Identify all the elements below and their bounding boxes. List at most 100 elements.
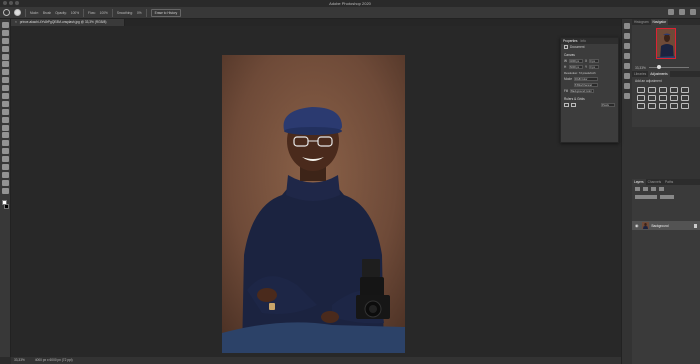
close-tab-icon[interactable]: × bbox=[15, 20, 17, 24]
selective-color-icon[interactable] bbox=[681, 103, 689, 109]
levels-icon[interactable] bbox=[648, 87, 656, 93]
smoothing-field[interactable]: 0% bbox=[137, 11, 142, 15]
quick-select-tool-icon[interactable] bbox=[1, 45, 9, 52]
glyphs-icon[interactable] bbox=[624, 93, 630, 99]
crop-tool-icon[interactable] bbox=[1, 53, 9, 60]
navigator-preview[interactable] bbox=[632, 25, 700, 64]
opacity-field[interactable] bbox=[660, 195, 674, 199]
history-brush-tool-icon[interactable] bbox=[1, 100, 9, 107]
canvas-area[interactable] bbox=[11, 26, 621, 357]
more-tools-icon[interactable] bbox=[1, 187, 9, 194]
tab-adjustments[interactable]: Adjustments bbox=[648, 71, 670, 77]
fill-select[interactable]: Background Color bbox=[570, 89, 595, 93]
ruler-icon[interactable] bbox=[564, 103, 569, 107]
canvas-image[interactable] bbox=[222, 55, 405, 353]
brush-settings-icon[interactable] bbox=[624, 53, 630, 59]
brush-size-icon[interactable] bbox=[14, 9, 21, 16]
layer-row[interactable]: ◉ Background bbox=[632, 221, 700, 230]
divider bbox=[111, 8, 113, 17]
layer-filter-icon[interactable] bbox=[651, 187, 656, 191]
mode-select[interactable]: Brush bbox=[43, 11, 51, 15]
layer-thumbnail bbox=[641, 222, 649, 229]
mode-label: Mode: bbox=[30, 10, 39, 15]
width-field[interactable]: 4000 px bbox=[569, 59, 583, 63]
threshold-icon[interactable] bbox=[659, 103, 667, 109]
background-color-swatch[interactable] bbox=[4, 204, 9, 209]
vibrance-icon[interactable] bbox=[681, 87, 689, 93]
flow-field[interactable]: 100% bbox=[100, 11, 108, 15]
navigator-thumbnail[interactable] bbox=[656, 28, 676, 59]
navigator-zoom-row: 33,33% bbox=[632, 64, 700, 71]
navigator-zoom-value[interactable]: 33,33% bbox=[635, 66, 646, 70]
lasso-tool-icon[interactable] bbox=[1, 37, 9, 44]
zoom-tool-icon[interactable] bbox=[1, 179, 9, 186]
properties-icon[interactable] bbox=[624, 83, 630, 89]
tab-info[interactable]: Info bbox=[581, 38, 586, 44]
eraser-tool-icon[interactable] bbox=[1, 108, 9, 115]
y-field[interactable]: 0 px bbox=[589, 65, 600, 69]
height-field[interactable]: 6000 px bbox=[569, 65, 583, 69]
pen-tool-icon[interactable] bbox=[1, 140, 9, 147]
blur-tool-icon[interactable] bbox=[1, 124, 9, 131]
rectangle-tool-icon[interactable] bbox=[1, 164, 9, 171]
healing-tool-icon[interactable] bbox=[1, 77, 9, 84]
type-tool-icon[interactable] bbox=[1, 148, 9, 155]
frame-tool-icon[interactable] bbox=[1, 61, 9, 68]
layer-filter-icon[interactable] bbox=[643, 187, 648, 191]
layer-filter-icon[interactable] bbox=[659, 187, 664, 191]
x-field[interactable]: 0 px bbox=[589, 59, 600, 63]
swatches-icon[interactable] bbox=[624, 43, 630, 49]
mode-select[interactable]: RGB Color bbox=[573, 77, 598, 81]
tool-preset-icon[interactable] bbox=[3, 9, 10, 16]
document-label: Document bbox=[570, 45, 585, 49]
share-icon[interactable] bbox=[690, 9, 696, 15]
channel-mixer-icon[interactable] bbox=[681, 95, 689, 101]
hand-tool-icon[interactable] bbox=[1, 171, 9, 178]
black-white-icon[interactable] bbox=[659, 95, 667, 101]
posterize-icon[interactable] bbox=[648, 103, 656, 109]
zoom-slider-knob[interactable] bbox=[656, 65, 661, 69]
opacity-field[interactable]: 100% bbox=[71, 11, 79, 15]
history-icon[interactable] bbox=[624, 23, 630, 29]
move-tool-icon[interactable] bbox=[1, 22, 9, 28]
title-bar: Adobe Photoshop 2020 bbox=[0, 0, 700, 7]
invert-icon[interactable] bbox=[637, 103, 645, 109]
paragraph-icon[interactable] bbox=[624, 73, 630, 79]
brush-tool-icon[interactable] bbox=[1, 85, 9, 92]
tab-properties[interactable]: Properties bbox=[563, 38, 578, 44]
color-balance-icon[interactable] bbox=[648, 95, 656, 101]
path-select-tool-icon[interactable] bbox=[1, 156, 9, 163]
units-select[interactable]: Pixels bbox=[601, 103, 615, 107]
info-icon[interactable] bbox=[624, 33, 630, 39]
bit-depth-select[interactable]: 8 Bits/Channel bbox=[574, 83, 598, 87]
smoothing-label: Smoothing: bbox=[116, 10, 133, 15]
gradient-tool-icon[interactable] bbox=[1, 116, 9, 123]
tab-libraries[interactable]: Libraries bbox=[632, 71, 648, 77]
character-icon[interactable] bbox=[624, 63, 630, 69]
workspace-icon[interactable] bbox=[679, 9, 685, 15]
panel-spacer bbox=[632, 127, 700, 179]
status-bar: 33,33% 4000 px x 6000 px (72 ppi) bbox=[11, 357, 621, 364]
document-tab[interactable]: × prince-akachi-4Yv8rPgQE8M-unsplash.jpg… bbox=[11, 19, 125, 26]
hue-saturation-icon[interactable] bbox=[637, 95, 645, 101]
photo-filter-icon[interactable] bbox=[670, 95, 678, 101]
eye-icon[interactable]: ◉ bbox=[635, 223, 639, 228]
blend-mode-select[interactable] bbox=[635, 195, 657, 199]
erase-to-history-button[interactable]: Erase to History bbox=[150, 8, 182, 17]
clone-stamp-tool-icon[interactable] bbox=[1, 93, 9, 100]
exposure-icon[interactable] bbox=[670, 87, 678, 93]
dodge-tool-icon[interactable] bbox=[1, 132, 9, 139]
grid-icon[interactable] bbox=[571, 103, 576, 107]
tools-panel bbox=[0, 19, 11, 357]
eyedropper-tool-icon[interactable] bbox=[1, 69, 9, 76]
document-info[interactable]: 4000 px x 6000 px (72 ppi) bbox=[35, 357, 73, 364]
zoom-readout[interactable]: 33,33% bbox=[14, 357, 25, 364]
fill-label: Fill bbox=[564, 89, 569, 93]
search-icon[interactable] bbox=[668, 9, 674, 15]
layer-filter-icon[interactable] bbox=[635, 187, 640, 191]
brightness-icon[interactable] bbox=[637, 87, 645, 93]
gradient-map-icon[interactable] bbox=[670, 103, 678, 109]
navigator-zoom-slider[interactable] bbox=[648, 65, 689, 69]
curves-icon[interactable] bbox=[659, 87, 667, 93]
marquee-tool-icon[interactable] bbox=[1, 29, 9, 36]
